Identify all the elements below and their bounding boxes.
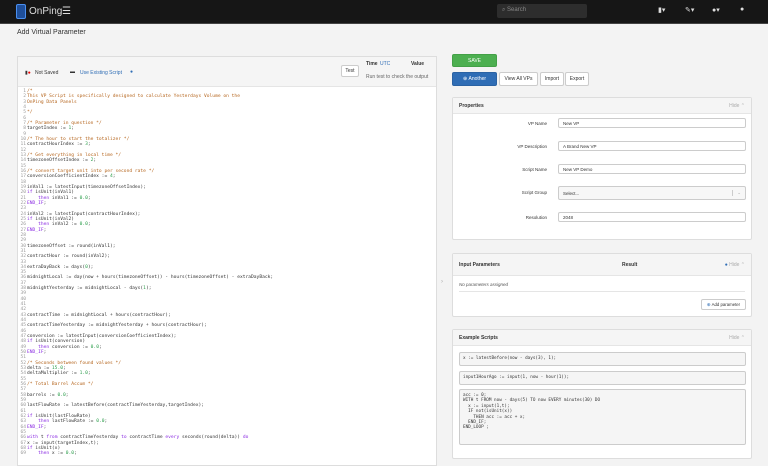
vp-name-input[interactable]: New VP [558,118,746,128]
chevron-down-icon: ⌄ [732,190,741,196]
code-text: OnPing Data Panels [27,99,77,105]
vp-description-label: VP Description [517,144,547,149]
top-navbar: OnPing ☰ ⌕ Search ▮▾ ✎▾ ●▾ ● [0,0,768,24]
hide-properties-button[interactable]: Hide ⌃ [729,103,745,109]
code-text: then inVal2 := 0.0; [38,222,91,228]
folder-icon: ▬ [70,69,75,75]
brand-name[interactable]: OnPing [29,6,62,17]
code-text: */ [27,110,33,116]
view-all-vps-button[interactable]: View All VPs [499,72,538,86]
script-name-label: Script Name [522,167,547,172]
code-text: if isUnit(conversion) [27,339,86,345]
file-icon: ▮● [25,70,31,76]
save-status: Not Saved [35,70,59,76]
code-text: timezoneOffset := round(inVal1); [27,243,116,249]
another-label: Another [468,76,487,82]
code-text: contractHour := round(inVal2); [27,254,110,260]
code-text: END_IF; [27,200,47,206]
example-script: x := latestBefore(now - days(3), 1); [459,352,746,366]
code-text: barrels := 0.0; [27,392,69,398]
menu-icon[interactable]: ☰ [62,6,71,17]
user-icon[interactable]: ●▾ [712,6,720,14]
code-text: conversionCoefficientIndex := 4; [27,174,116,180]
hide-label: Hide [729,103,740,109]
help-icon[interactable]: ● [130,69,133,75]
code-text: then inVal1 := 0.0; [38,195,91,201]
code-text: contractTimeYesterday := midnightYesterd… [27,323,207,329]
code-text: This VP Script is specifically designed … [27,94,240,100]
code-text: /* Total Barrel Accum */ [27,382,94,388]
script-editor-panel: ▮● Not Saved ▬ Use Existing Script ● Tes… [17,56,437,466]
code-text: contractHourIndex := 3; [27,142,91,148]
script-group-label: Script Group [521,190,547,195]
bookmark-icon[interactable]: ▮▾ [658,6,665,14]
code-text: lastFlowRate := latestBefore(contractTim… [27,403,205,409]
hide-label: Hide [729,262,740,268]
test-button[interactable]: Test [341,65,359,77]
collapse-arrow-icon[interactable]: › [441,279,443,285]
code-text: deltaMultiplier := 1.0; [27,371,91,377]
code-text: END_IF; [27,424,47,430]
hide-inputs-button[interactable]: ● Hide ⌃ [725,262,745,268]
export-button[interactable]: Export [565,72,589,86]
input-parameters-panel: Input Parameters Result ● Hide ⌃ No parame… [452,253,752,317]
code-text: contractTime := midnightLocal + hours(co… [27,312,171,318]
code-text: timezoneOffsetIndex := 2; [27,158,97,164]
onping-logo-icon[interactable] [16,4,26,19]
help-icon[interactable]: ● [740,6,744,13]
code-text: targetIndex := 1; [27,126,75,132]
script-group-select[interactable]: Select... ⌄ [558,186,746,200]
hide-examples-button[interactable]: Hide ⌃ [729,335,745,341]
test-hint: Run test to check the output [366,74,429,80]
save-button[interactable]: SAVE [452,54,497,67]
code-text: then x := 0.0; [38,451,77,457]
code-text: then conversion := 0.0; [38,344,102,350]
resolution-input[interactable]: 2048 [558,212,746,222]
code-text: then lastFlowRate := 0.0; [38,419,108,425]
properties-title: Properties [459,103,484,109]
code-text: extraDayBack := days(0); [27,264,94,270]
vp-description-input[interactable]: A Brand New VP [558,141,746,151]
example-scripts-panel: Example Scripts Hide ⌃ x := latestBefore(… [452,329,752,459]
no-parameters-text: No parameters assigned [459,282,509,287]
code-text: inVal2 := latestInput(contractHourIndex)… [27,211,141,217]
wrench-icon[interactable]: ✎▾ [685,6,694,14]
code-text: midnightYesterday := midnightLocal - day… [27,286,152,292]
input-parameters-title: Input Parameters [459,262,500,268]
search-placeholder: Search [507,7,527,13]
vp-name-label: VP Name [527,121,547,126]
code-line: 69 then x := 0.0; [18,451,436,456]
time-zone: UTC [380,61,391,67]
time-label: Time [366,61,378,67]
example-scripts-title: Example Scripts [459,335,498,341]
code-text: midnightLocal := day(now + hours(timezon… [27,275,274,281]
use-existing-script-link[interactable]: Use Existing Script [80,70,122,76]
properties-panel: Properties Hide ⌃ VP Name New VP VP Descr… [452,97,752,240]
help-icon: ● [724,262,728,268]
script-group-value: Select... [563,191,580,196]
line-number: 69 [20,451,26,457]
code-text: with t from contractTimeYesterday to con… [27,435,249,441]
resolution-label: Resolution [525,215,547,220]
add-parameter-label: Add parameter [711,302,741,307]
page-title: Add Virtual Parameter [17,29,86,36]
code-text: /* Seconds between found values */ [27,360,122,366]
search-input[interactable]: ⌕ Search [497,4,587,18]
editor-header: ▮● Not Saved ▬ Use Existing Script ● Tes… [18,57,436,87]
add-parameter-button[interactable]: ⊕ Add parameter [701,299,746,310]
code-text: END_IF; [27,350,47,356]
script-name-input[interactable]: New VP Demo [558,164,746,174]
code-editor[interactable]: 1/* 2This VP Script is specifically desig… [18,88,436,465]
import-button[interactable]: Import [540,72,564,86]
code-text: x := input(targetIndex,t); [27,440,99,446]
hide-label: Hide [729,335,740,341]
code-text: END_IF; [27,227,47,233]
example-script: input1HourAgo := input(1, now - hour(1))… [459,371,746,385]
value-label: Value [411,61,425,67]
result-header: Result [622,262,638,268]
code-text: if isUnit(inVal1) [27,190,75,196]
example-script: acc := 0; WITH t FROM now - days(5) TO n… [459,389,746,445]
another-button[interactable]: ⊕ Another [452,72,497,86]
